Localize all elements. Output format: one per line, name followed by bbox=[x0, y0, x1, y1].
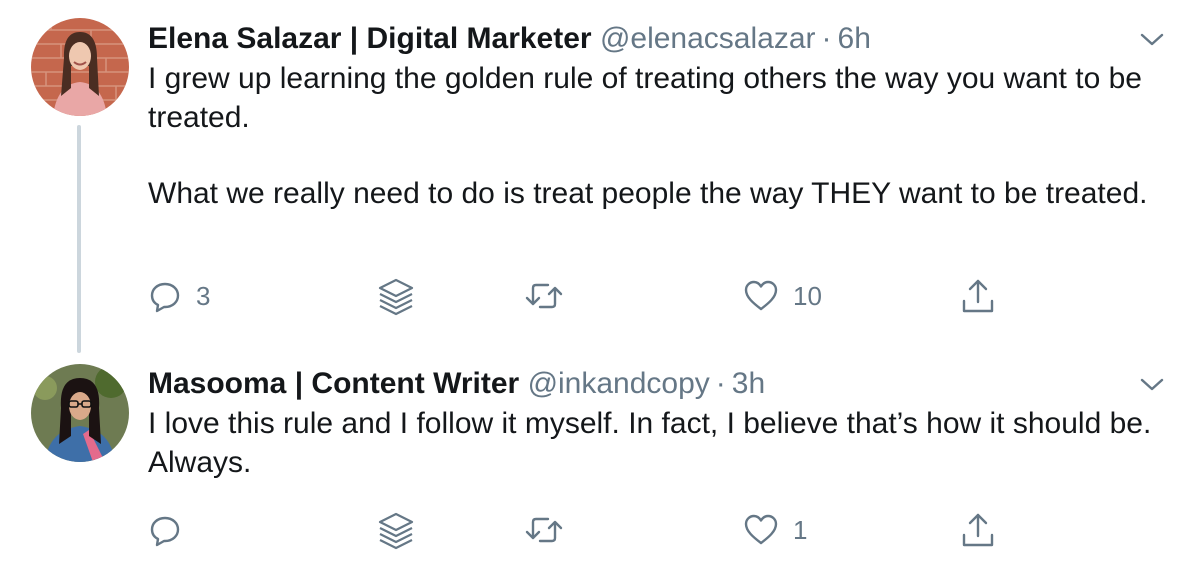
heart-icon bbox=[744, 280, 778, 311]
tweet-paragraph: What we really need to do is treat peopl… bbox=[148, 177, 1148, 210]
layers-icon bbox=[378, 512, 414, 550]
tweet-actions: 3 10 bbox=[148, 276, 1048, 316]
tweet-actions: 1 bbox=[148, 510, 1048, 550]
retweet-icon bbox=[525, 517, 563, 543]
tweet-text: I love this rule and I follow it myself.… bbox=[148, 405, 1158, 482]
display-name[interactable]: Masooma | Content Writer bbox=[148, 367, 519, 400]
like-button[interactable]: 1 bbox=[743, 510, 807, 550]
chevron-down-icon bbox=[1140, 378, 1164, 391]
reply-button[interactable]: 3 bbox=[148, 276, 210, 316]
avatar[interactable] bbox=[31, 364, 129, 462]
tweet-text: I grew up learning the golden rule of tr… bbox=[148, 60, 1158, 214]
retweet-button[interactable] bbox=[524, 276, 564, 316]
separator-dot: · bbox=[715, 367, 726, 400]
share-upload-icon bbox=[962, 279, 994, 313]
thread-connector-line bbox=[77, 125, 81, 353]
display-name[interactable]: Elena Salazar | Digital Marketer bbox=[148, 22, 592, 55]
tweet[interactable]: Elena Salazar | Digital Marketer @elenac… bbox=[0, 0, 1194, 353]
reply-icon bbox=[150, 516, 180, 547]
tweet-paragraph: I grew up learning the golden rule of tr… bbox=[148, 62, 1142, 134]
tweet-menu-button[interactable] bbox=[1138, 373, 1166, 395]
tweet-menu-button[interactable] bbox=[1138, 28, 1166, 50]
heart-icon bbox=[744, 514, 778, 545]
retweet-icon bbox=[525, 283, 563, 309]
reply-button[interactable] bbox=[148, 510, 196, 550]
tweet[interactable]: Masooma | Content Writer @inkandcopy · 3h … bbox=[0, 345, 1194, 572]
tweet-header: Masooma | Content Writer @inkandcopy · 3h bbox=[148, 367, 765, 401]
user-handle[interactable]: @elenacsalazar bbox=[600, 22, 816, 55]
like-count: 10 bbox=[793, 280, 822, 311]
timestamp[interactable]: 3h bbox=[732, 367, 765, 400]
separator-dot: · bbox=[821, 22, 832, 55]
user-handle[interactable]: @inkandcopy bbox=[528, 367, 710, 400]
reply-count: 3 bbox=[196, 280, 211, 311]
like-count: 1 bbox=[793, 514, 808, 545]
layers-button[interactable] bbox=[376, 510, 416, 550]
layers-icon bbox=[378, 278, 414, 316]
retweet-button[interactable] bbox=[524, 510, 564, 550]
layers-button[interactable] bbox=[376, 276, 416, 316]
reply-icon bbox=[150, 282, 180, 313]
avatar-image bbox=[31, 18, 129, 116]
timestamp[interactable]: 6h bbox=[838, 22, 871, 55]
avatar-image bbox=[31, 364, 129, 462]
share-button[interactable] bbox=[960, 276, 996, 316]
avatar[interactable] bbox=[31, 18, 129, 116]
like-button[interactable]: 10 bbox=[743, 276, 822, 316]
chevron-down-icon bbox=[1140, 33, 1164, 46]
tweet-paragraph: I love this rule and I follow it myself.… bbox=[148, 407, 1152, 479]
share-upload-icon bbox=[962, 513, 994, 547]
tweet-header: Elena Salazar | Digital Marketer @elenac… bbox=[148, 22, 871, 56]
share-button[interactable] bbox=[960, 510, 996, 550]
